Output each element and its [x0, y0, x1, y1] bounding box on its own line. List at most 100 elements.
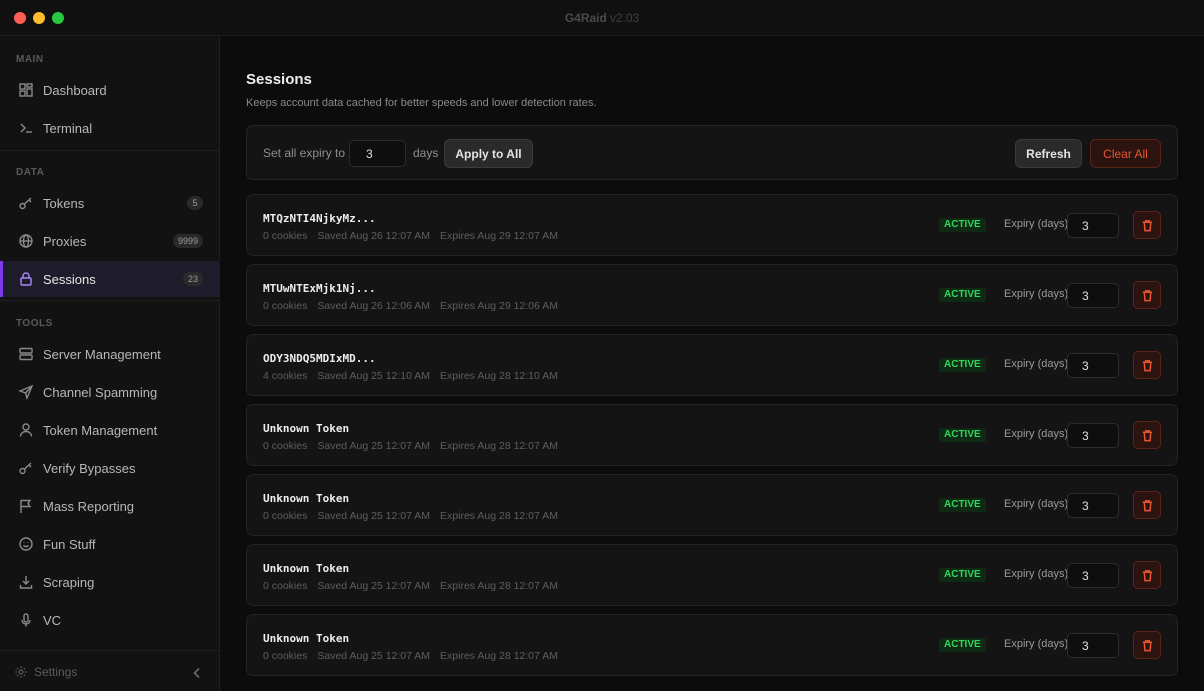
session-meta: 0 cookies Saved Aug 25 12:07 AM Expires Au… — [263, 650, 568, 662]
delete-session-button[interactable] — [1133, 211, 1161, 239]
session-expiry-input[interactable] — [1067, 493, 1119, 518]
session-expires: Expires Aug 29 12:06 AM — [440, 300, 558, 312]
trash-icon — [1142, 289, 1152, 301]
trash-icon — [1142, 499, 1152, 511]
session-meta: 0 cookies Saved Aug 25 12:07 AM Expires Au… — [263, 580, 568, 592]
sidebar-item-sessions[interactable]: Sessions 23 — [0, 261, 219, 297]
session-token: Unknown Token — [263, 492, 350, 505]
download-icon — [18, 574, 34, 590]
sidebar-item-verify-bypasses[interactable]: Verify Bypasses — [0, 450, 219, 486]
section-label-main: MAIN — [16, 54, 44, 65]
sidebar-item-proxies[interactable]: Proxies 9999 — [0, 223, 219, 259]
session-expiry-input[interactable] — [1067, 563, 1119, 588]
settings-button[interactable]: Settings — [14, 665, 77, 679]
session-meta: 0 cookies Saved Aug 25 12:07 AM Expires Au… — [263, 510, 568, 522]
session-expires: Expires Aug 28 12:07 AM — [440, 510, 558, 522]
sidebar-item-vc[interactable]: VC — [0, 602, 219, 638]
sidebar-item-label: Terminal — [43, 120, 93, 136]
status-badge: ACTIVE — [939, 638, 986, 652]
session-expiry-input[interactable] — [1067, 633, 1119, 658]
app-version: v2.03 — [609, 11, 640, 25]
session-saved: Saved Aug 25 12:07 AM — [317, 440, 431, 452]
lock-icon — [18, 271, 34, 287]
microphone-icon — [18, 612, 34, 628]
sidebar-item-label: Proxies — [43, 233, 87, 249]
expiry-days-label: Expiry (days) — [1004, 358, 1069, 370]
count-badge: 5 — [187, 196, 203, 210]
delete-session-button[interactable] — [1133, 421, 1161, 449]
sidebar-item-mass-reporting[interactable]: Mass Reporting — [0, 488, 219, 524]
expiry-days-label: Expiry (days) — [1004, 498, 1069, 510]
bulk-expiry-input[interactable] — [349, 140, 406, 167]
expiry-days-label: Expiry (days) — [1004, 638, 1069, 650]
page-title: Sessions — [246, 71, 312, 88]
sidebar-item-terminal[interactable]: Terminal — [0, 110, 219, 146]
refresh-button[interactable]: Refresh — [1015, 139, 1082, 168]
status-badge: ACTIVE — [939, 428, 986, 442]
session-expires: Expires Aug 28 12:07 AM — [440, 580, 558, 592]
user-icon — [18, 422, 34, 438]
sidebar-divider — [0, 150, 219, 151]
expiry-days-label: Expiry (days) — [1004, 288, 1069, 300]
session-row: MTUwNTExMjk1Nj... 0 cookies Saved Aug 26 1… — [246, 264, 1178, 326]
terminal-icon — [18, 120, 34, 136]
session-cookies: 0 cookies — [263, 440, 308, 452]
set-all-expiry-label: Set all expiry to — [263, 146, 346, 160]
flag-icon — [18, 498, 34, 514]
session-expiry-input[interactable] — [1067, 283, 1119, 308]
session-expiry-input[interactable] — [1067, 213, 1119, 238]
session-cookies: 0 cookies — [263, 300, 308, 312]
sidebar-divider — [0, 300, 219, 301]
app-title: G4Raid v2.03 — [0, 11, 1204, 25]
expiry-days-label: Expiry (days) — [1004, 218, 1069, 230]
sidebar-item-fun-stuff[interactable]: Fun Stuff — [0, 526, 219, 562]
session-saved: Saved Aug 26 12:06 AM — [317, 300, 431, 312]
chevron-left-icon — [193, 667, 200, 679]
status-badge: ACTIVE — [939, 358, 986, 372]
sidebar-item-token-management[interactable]: Token Management — [0, 412, 219, 448]
send-icon — [18, 384, 34, 400]
session-token: Unknown Token — [263, 562, 350, 575]
delete-session-button[interactable] — [1133, 351, 1161, 379]
session-expiry-input[interactable] — [1067, 423, 1119, 448]
session-saved: Saved Aug 25 12:10 AM — [317, 370, 431, 382]
bulk-controls-panel: Set all expiry to days Apply to All Refr… — [246, 125, 1178, 180]
session-expires: Expires Aug 28 12:10 AM — [440, 370, 558, 382]
sidebar-item-label: Dashboard — [43, 82, 107, 98]
clear-all-button[interactable]: Clear All — [1090, 139, 1161, 168]
settings-label: Settings — [34, 665, 78, 679]
sidebar-item-label: Server Management — [43, 346, 161, 362]
dashboard-icon — [18, 82, 34, 98]
sidebar-item-server-management[interactable]: Server Management — [0, 336, 219, 372]
main-content: Sessions Keeps account data cached for b… — [220, 36, 1204, 691]
delete-session-button[interactable] — [1133, 561, 1161, 589]
title-bar: G4Raid v2.03 — [0, 0, 1204, 36]
delete-session-button[interactable] — [1133, 281, 1161, 309]
collapse-sidebar-button[interactable] — [191, 666, 203, 679]
expiry-days-label: Expiry (days) — [1004, 568, 1069, 580]
apply-to-all-button[interactable]: Apply to All — [444, 139, 533, 168]
session-row: MTQzNTI4NjkyMz... 0 cookies Saved Aug 26 1… — [246, 194, 1178, 256]
session-token: MTUwNTExMjk1Nj... — [263, 282, 376, 295]
session-token: MTQzNTI4NjkyMz... — [263, 212, 376, 225]
sidebar: MAIN Dashboard Terminal DATA Tokens 5 Pr… — [0, 36, 220, 691]
delete-session-button[interactable] — [1133, 631, 1161, 659]
session-expiry-input[interactable] — [1067, 353, 1119, 378]
sidebar-item-channel-spamming[interactable]: Channel Spamming — [0, 374, 219, 410]
session-cookies: 0 cookies — [263, 230, 308, 242]
sidebar-item-label: Mass Reporting — [43, 498, 135, 514]
session-expires: Expires Aug 28 12:07 AM — [440, 650, 558, 662]
sidebar-item-dashboard[interactable]: Dashboard — [0, 72, 219, 108]
app-name: G4Raid — [564, 11, 607, 25]
session-saved: Saved Aug 25 12:07 AM — [317, 580, 431, 592]
status-badge: ACTIVE — [939, 498, 986, 512]
session-saved: Saved Aug 25 12:07 AM — [317, 510, 431, 522]
sidebar-item-tokens[interactable]: Tokens 5 — [0, 185, 219, 221]
delete-session-button[interactable] — [1133, 491, 1161, 519]
sidebar-item-label: VC — [43, 612, 62, 628]
status-badge: ACTIVE — [939, 568, 986, 582]
session-cookies: 0 cookies — [263, 580, 308, 592]
sidebar-item-scraping[interactable]: Scraping — [0, 564, 219, 600]
session-meta: 0 cookies Saved Aug 26 12:07 AM Expires Au… — [263, 230, 568, 242]
section-label-tools: TOOLS — [16, 318, 53, 329]
